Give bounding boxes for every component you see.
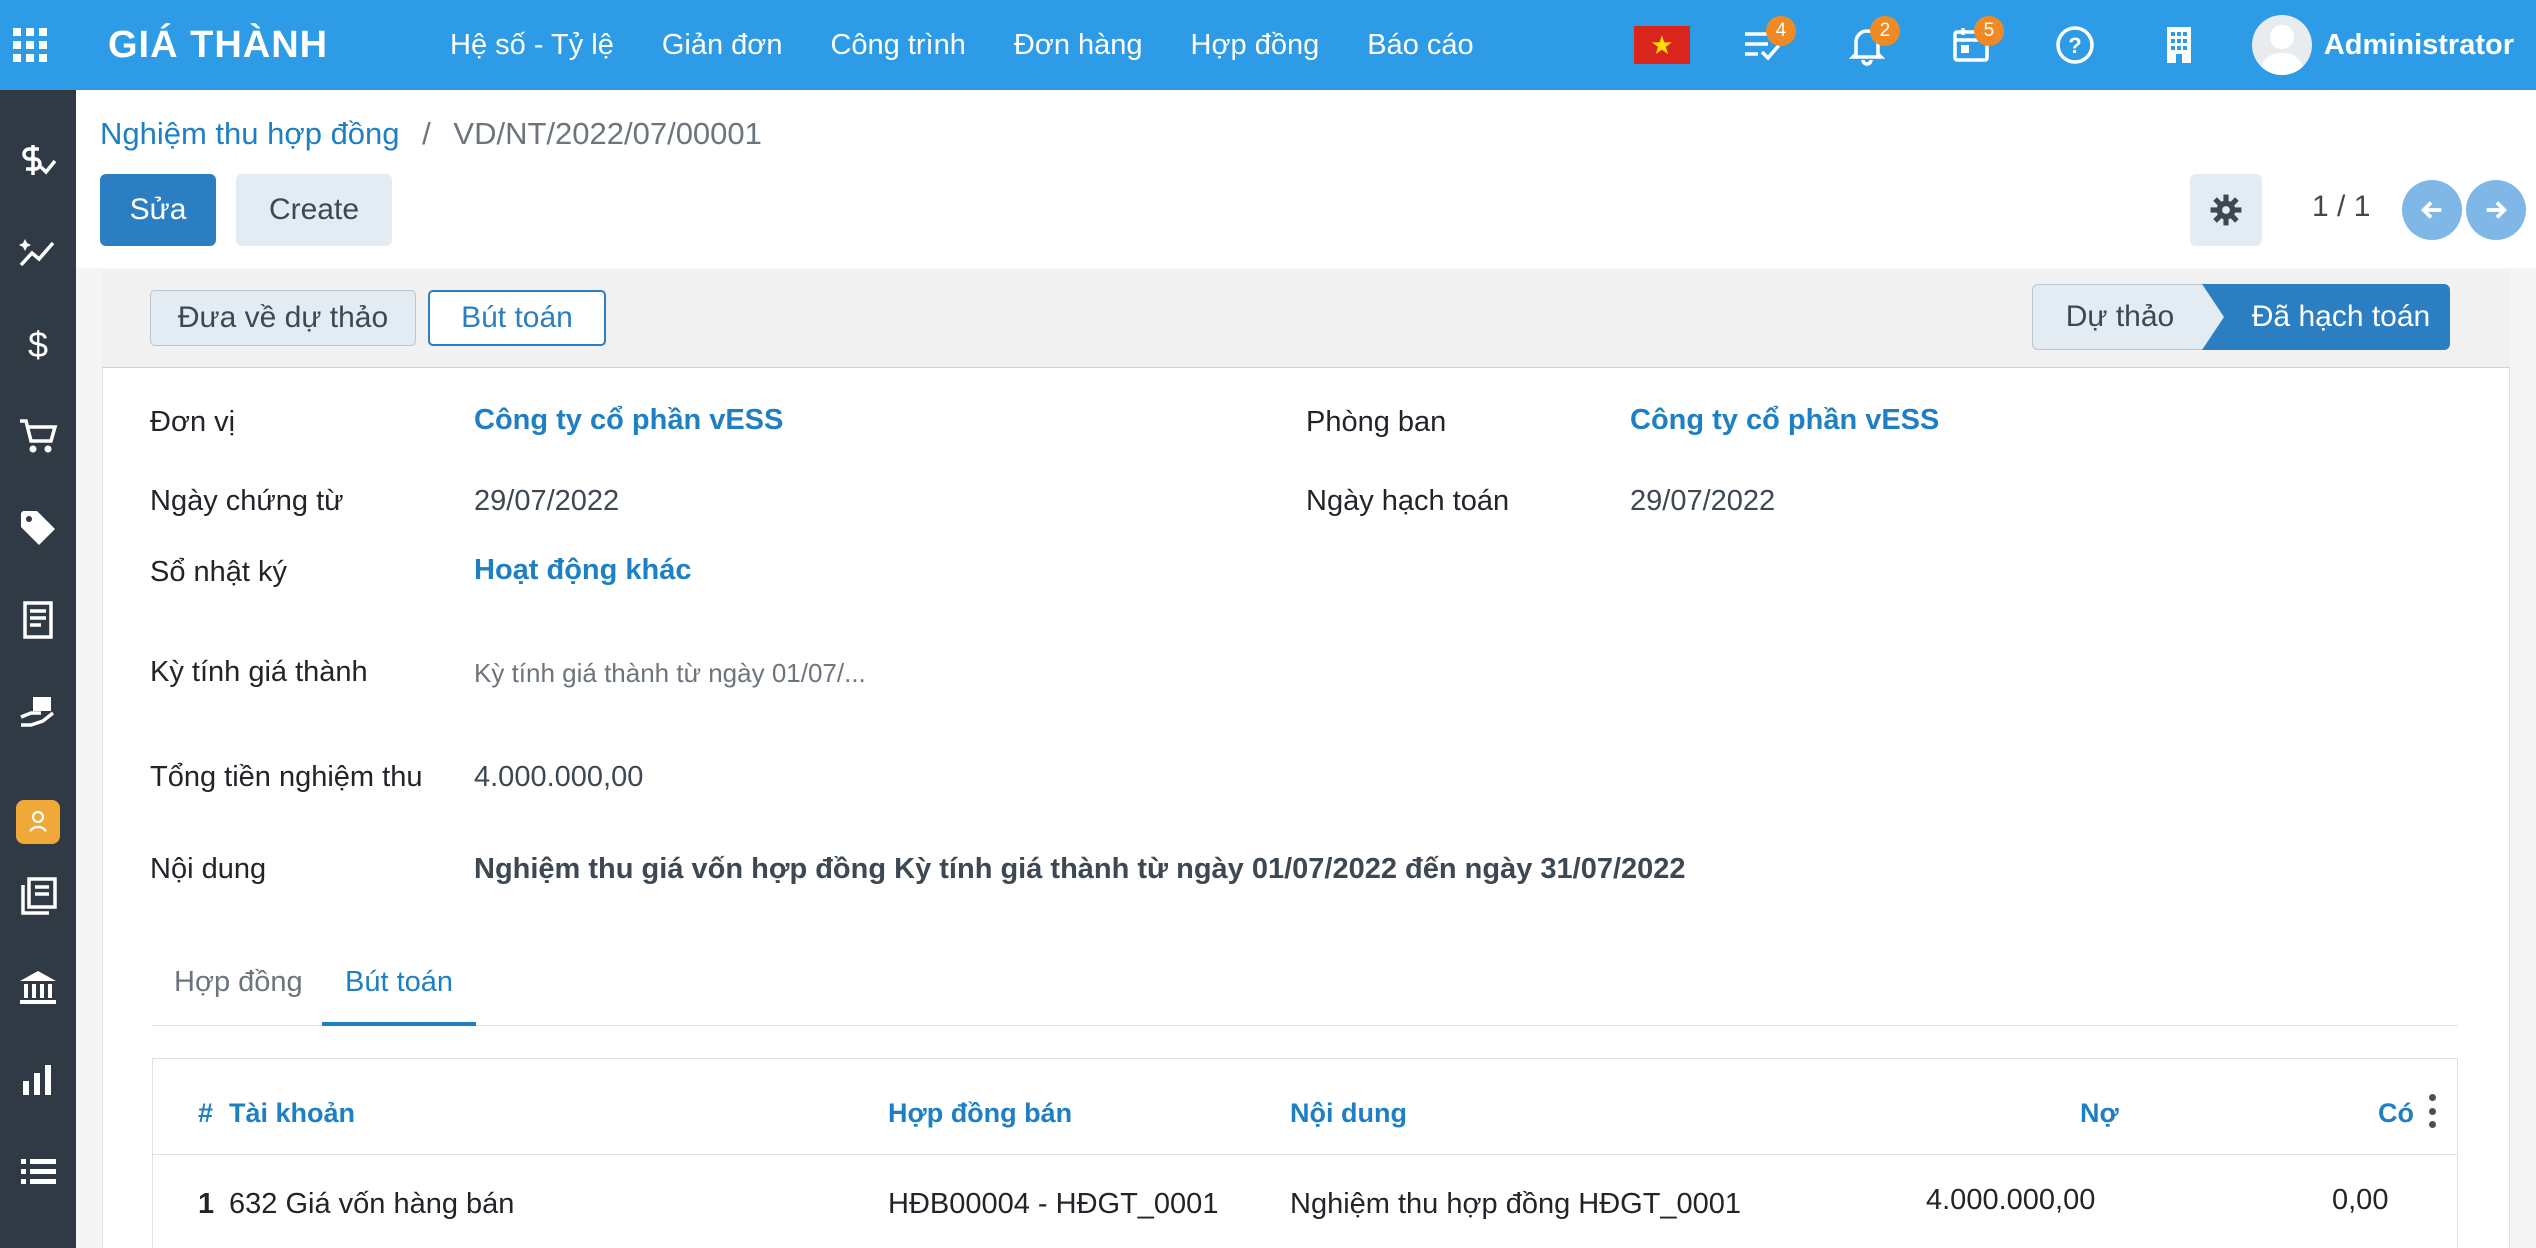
doc-date-label: Ngày chứng từ [150,485,344,517]
calendar-icon[interactable]: 5 [1940,0,2004,90]
breadcrumb-parent-link[interactable]: Nghiệm thu hợp đồng [100,116,400,151]
menu-item-he-so[interactable]: Hệ số - Tỷ lệ [450,29,614,62]
sidebar-item-active-app-icon[interactable] [16,800,60,844]
menu-item-gian-don[interactable]: Giản đơn [662,29,783,62]
journal-label: Sổ nhật ký [150,556,288,588]
help-icon[interactable]: ? [2044,0,2106,90]
active-tab-indicator [322,1022,476,1026]
create-button[interactable]: Create [236,174,392,246]
sidebar-item-cart-icon[interactable] [0,406,76,466]
sidebar-item-hand-coin-icon[interactable] [0,682,76,742]
top-navbar: GIÁ THÀNH Hệ số - Tỷ lệ Giản đơn Công tr… [0,0,2536,90]
column-header-content[interactable]: Nội dung [1290,1098,1407,1129]
sidebar-item-books-icon[interactable] [0,866,76,926]
row-debit[interactable]: 4.000.000,00 [1926,1184,2095,1217]
avatar [2251,15,2312,75]
sidebar-item-cost-check[interactable] [0,130,76,190]
post-date-label: Ngày hạch toán [1306,485,1510,517]
sidebar-item-bank-icon[interactable] [0,958,76,1018]
sidebar-item-tag-icon[interactable] [0,498,76,558]
sidebar-item-dollar-icon[interactable]: $ [0,314,76,374]
activities-icon[interactable]: 4 [1732,0,1796,90]
row-account[interactable]: 632 Giá vốn hàng bán [229,1188,514,1221]
app-brand[interactable]: GIÁ THÀNH [108,24,368,67]
content-label: Nội dung [150,853,267,885]
row-contract[interactable]: HĐB00004 - HĐGT_0001 [888,1188,1218,1221]
column-header-credit[interactable]: Có [2378,1098,2414,1129]
notifications-bell-icon[interactable]: 2 [1836,0,1900,90]
sidebar-item-receipt-icon[interactable] [0,590,76,650]
user-name: Administrator [2323,28,2514,61]
period-label: Kỳ tính giá thành [150,656,368,688]
column-header-index: # [198,1098,214,1128]
sidebar-item-list-icon[interactable] [0,1142,76,1202]
menu-item-bao-cao[interactable]: Báo cáo [1367,29,1473,62]
tab-journal-entries[interactable]: Bút toán [345,966,453,999]
activities-badge: 4 [1765,16,1796,46]
app-menu-icon[interactable] [0,0,60,90]
navbar-tools: ★ 4 2 5 ? Administrator [1633,0,2536,90]
svg-text:?: ? [2068,33,2081,58]
row-credit[interactable]: 0,00 [2332,1184,2388,1217]
tabs-divider [152,1025,2458,1026]
table-header-divider [152,1154,2458,1155]
breadcrumb-current: VD/NT/2022/07/00001 [453,116,762,151]
svg-text:$: $ [28,324,48,365]
doc-date-value: 29/07/2022 [474,485,620,517]
journal-entry-button[interactable]: Bút toán [428,290,606,346]
menu-item-cong-trinh[interactable]: Công trình [830,29,965,62]
sidebar-item-chart-icon[interactable] [0,1050,76,1110]
company-switch-icon[interactable] [2148,0,2210,90]
department-label: Phòng ban [1306,406,1447,438]
column-options-kebab-icon[interactable] [2428,1094,2436,1128]
app-sidebar: $ [0,90,76,1248]
language-flag-icon[interactable]: ★ [1633,26,1690,64]
tab-contracts[interactable]: Hợp đồng [174,966,303,999]
calendar-badge: 5 [1973,16,2004,46]
stage-arrow [2202,284,2224,350]
menu-item-don-hang[interactable]: Đơn hàng [1014,29,1143,62]
reset-to-draft-button[interactable]: Đưa về dự thảo [150,290,416,346]
row-content[interactable]: Nghiệm thu hợp đồng HĐGT_0001 [1290,1188,1741,1221]
breadcrumb: Nghiệm thu hợp đồng / VD/NT/2022/07/0000… [100,116,762,152]
pager-previous-arrow-icon[interactable] [2402,180,2462,240]
unit-value[interactable]: Công ty cổ phần vESS [474,404,783,437]
total-label: Tổng tiền nghiệm thu [150,761,423,793]
breadcrumb-separator: / [422,116,431,151]
column-header-contract[interactable]: Hợp đồng bán [888,1098,1072,1129]
stage-draft[interactable]: Dự thảo [2032,284,2208,350]
settings-gear-icon[interactable] [2190,174,2262,246]
pager-value[interactable]: 1 / 1 [2312,190,2370,224]
column-header-debit[interactable]: Nợ [2080,1098,2119,1129]
main-menu: Hệ số - Tỷ lệ Giản đơn Công trình Đơn hà… [450,29,1522,62]
journal-value[interactable]: Hoạt động khác [474,554,692,587]
edit-button[interactable]: Sửa [100,174,216,246]
stage-posted[interactable]: Đã hạch toán [2202,284,2450,350]
unit-label: Đơn vị [150,406,236,438]
notifications-badge: 2 [1869,16,1900,46]
post-date-value: 29/07/2022 [1630,485,1776,517]
column-header-account[interactable]: Tài khoản [229,1098,355,1129]
period-value[interactable]: Kỳ tính giá thành từ ngày 01/07/... [474,658,866,689]
sidebar-item-trend-icon[interactable] [0,222,76,282]
department-value[interactable]: Công ty cổ phần vESS [1630,404,1939,437]
content-value: Nghiệm thu giá vốn hợp đồng Kỳ tính giá … [474,853,1686,885]
row-index: 1 [198,1188,215,1220]
menu-item-hop-dong[interactable]: Hợp đồng [1191,29,1320,62]
pager-next-arrow-icon[interactable] [2466,180,2526,240]
total-value: 4.000.000,00 [474,761,644,793]
user-menu[interactable]: Administrator [2251,15,2514,75]
